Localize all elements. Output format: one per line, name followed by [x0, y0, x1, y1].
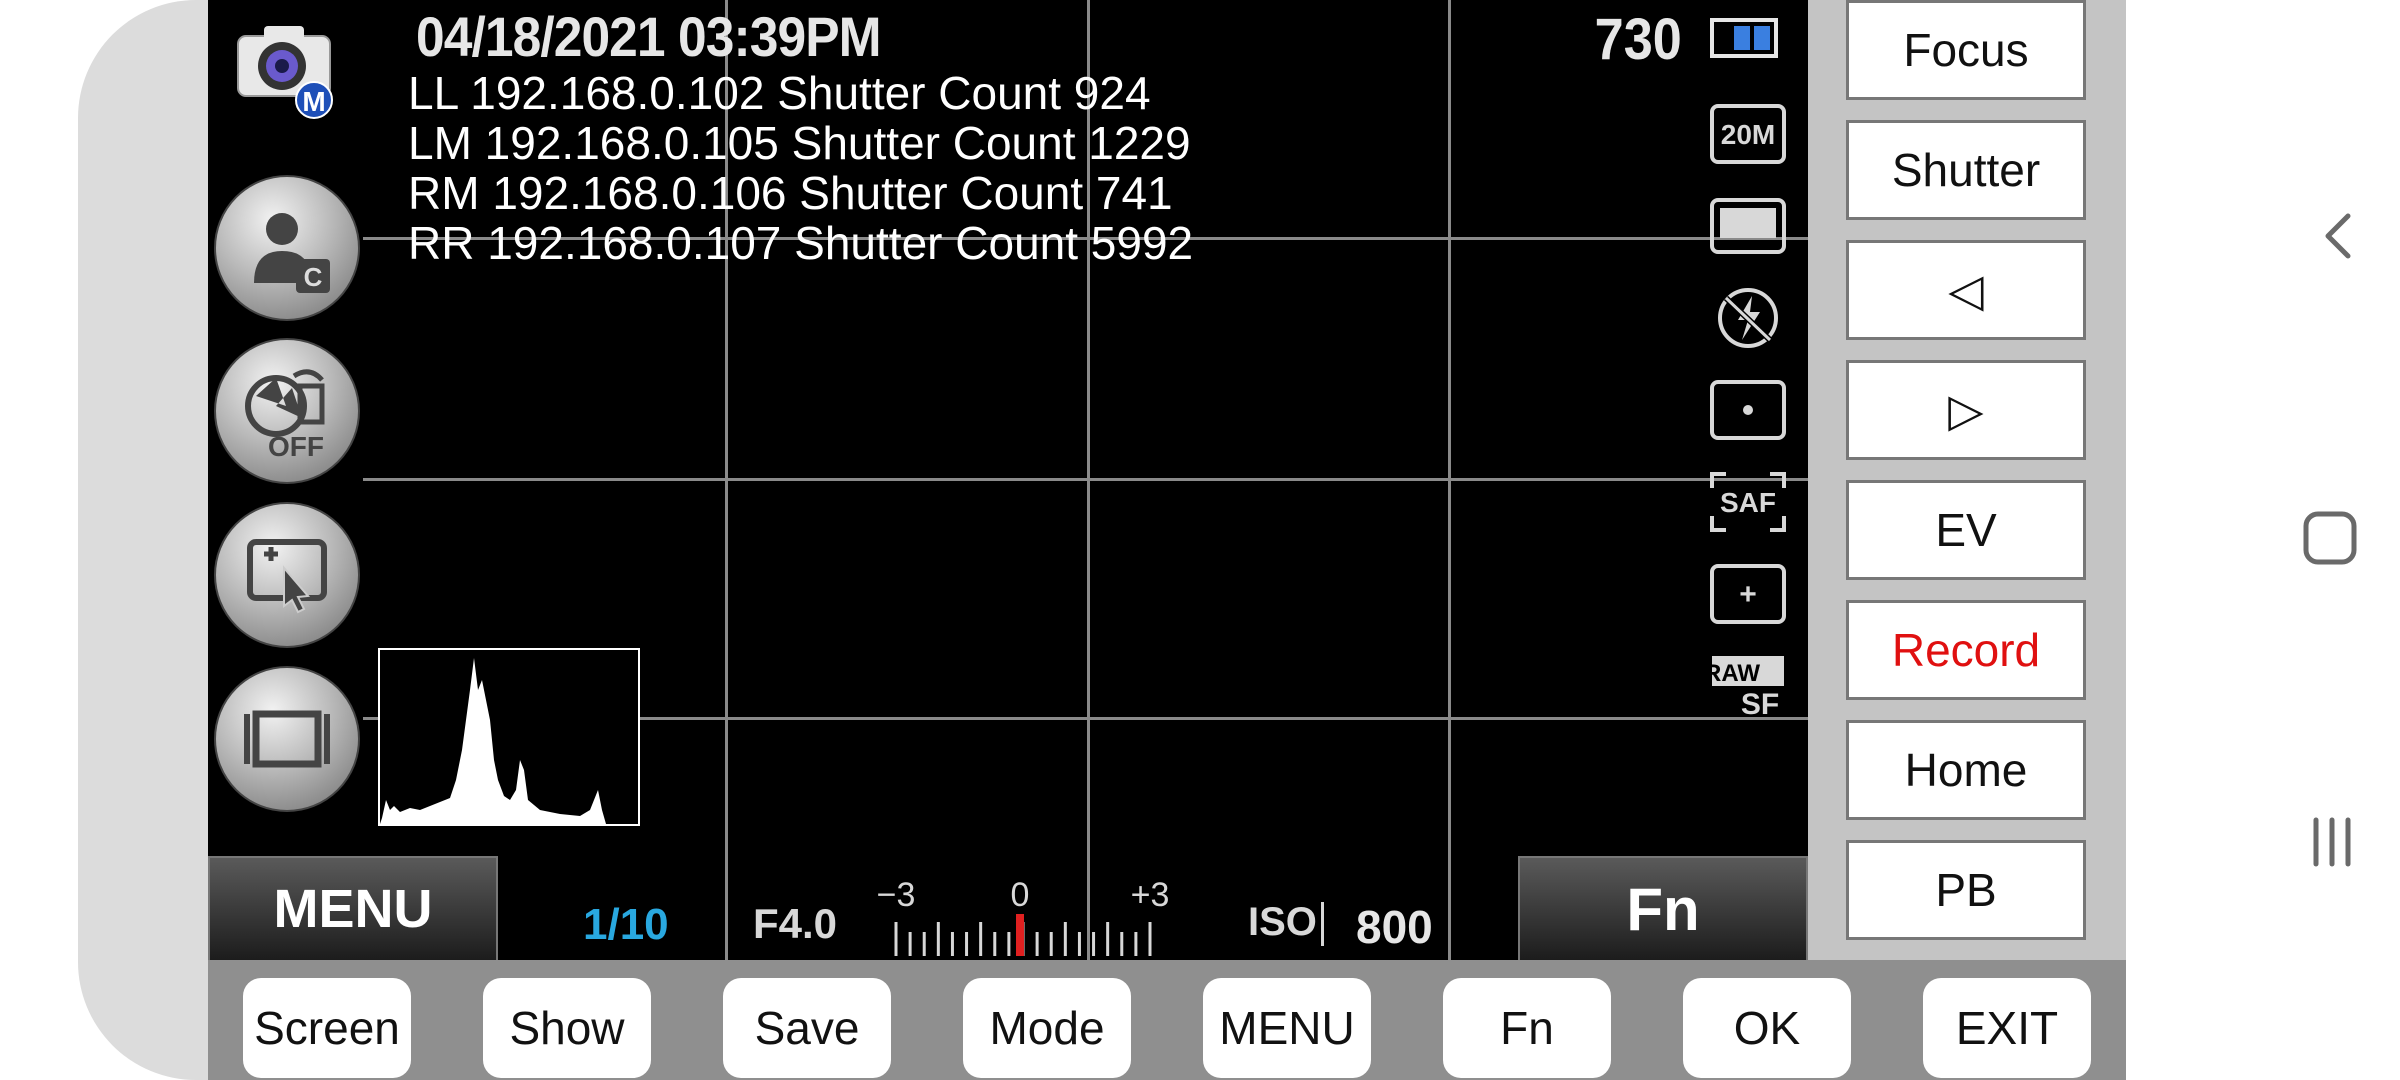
- touch-screen-icon: [247, 539, 327, 614]
- ok-button[interactable]: OK: [1683, 978, 1851, 1078]
- image-size-label: 20M: [1721, 119, 1775, 150]
- home-button[interactable]: Home: [1846, 720, 2086, 820]
- device-edge: [78, 0, 208, 1080]
- iso-label: ISO: [1248, 900, 1317, 944]
- drive-mode-button[interactable]: OFF: [214, 338, 360, 484]
- ev-indicator: [1016, 914, 1024, 956]
- ev-min-label: −3: [877, 876, 916, 914]
- mode-button[interactable]: Mode: [963, 978, 1131, 1078]
- mode-badge: M: [302, 86, 325, 117]
- camera-info-rm: RM 192.168.0.106 Shutter Count 741: [408, 167, 1173, 219]
- live-view-screen[interactable]: M C OFF 04/18/2021 03:39PM LL 192.168.0.…: [208, 0, 1808, 960]
- datetime: 04/18/2021 03:39PM: [416, 5, 882, 68]
- focus-button[interactable]: Focus: [1846, 0, 2086, 100]
- next-button[interactable]: ▷: [1846, 360, 2086, 460]
- frame-icon: [244, 710, 330, 768]
- camera-info-rr: RR 192.168.0.107 Shutter Count 5992: [408, 217, 1194, 269]
- camera-menu-button[interactable]: MENU: [208, 856, 498, 960]
- record-button[interactable]: Record: [1846, 600, 2086, 700]
- home-nav-icon[interactable]: [2300, 508, 2360, 568]
- raw-quality-icon: RAW SF: [1708, 656, 1784, 718]
- quality-label: SF: [1741, 688, 1779, 718]
- off-badge: OFF: [268, 431, 324, 462]
- ev-max-label: +3: [1131, 876, 1168, 914]
- previous-button[interactable]: ◁: [1846, 240, 2086, 340]
- fn-button[interactable]: Fn: [1443, 978, 1611, 1078]
- back-icon[interactable]: [2314, 210, 2366, 262]
- custom-badge: C: [304, 262, 323, 292]
- camera-fn-button[interactable]: Fn: [1518, 856, 1808, 960]
- ev-zero-label: 0: [1011, 876, 1030, 914]
- device-bezel: [0, 0, 78, 1080]
- iso-value[interactable]: 800: [1356, 900, 1433, 954]
- shutter-button[interactable]: Shutter: [1846, 120, 2086, 220]
- af-mode-label: SAF: [1720, 487, 1776, 518]
- screen-button[interactable]: Screen: [243, 978, 411, 1078]
- camera-info-lm: LM 192.168.0.105 Shutter Count 1229: [408, 117, 1191, 169]
- raw-label: RAW: [1708, 660, 1760, 687]
- grid-line: [363, 478, 1808, 481]
- control-panel: Focus Shutter ◁ ▷ EV Record Home PB: [1808, 0, 2126, 960]
- metering-spot-icon: [1710, 380, 1786, 440]
- af-mode-icon: SAF: [1710, 472, 1786, 532]
- save-button[interactable]: Save: [723, 978, 891, 1078]
- ev-button[interactable]: EV: [1846, 480, 2086, 580]
- battery-icon: [1710, 18, 1778, 58]
- image-size-icon: 20M: [1710, 104, 1786, 164]
- flash-off-icon: [1718, 288, 1778, 348]
- camera-info-ll: LL 192.168.0.102 Shutter Count 924: [408, 67, 1151, 119]
- bottom-toolbar: Screen Show Save Mode MENU Fn OK EXIT: [208, 960, 2126, 1080]
- exit-button[interactable]: EXIT: [1923, 978, 2091, 1078]
- display-mode-button[interactable]: [214, 666, 360, 812]
- shots-remaining: 730: [1594, 7, 1682, 72]
- playback-button[interactable]: PB: [1846, 840, 2086, 940]
- af-point-icon: +: [1710, 564, 1786, 624]
- histogram: [378, 648, 640, 826]
- shutter-speed[interactable]: 1/10: [583, 900, 669, 950]
- af-point-label: +: [1739, 578, 1757, 611]
- system-navigation-bar: [2126, 0, 2400, 1080]
- aspect-ratio-icon: [1710, 198, 1786, 254]
- custom-mode-button[interactable]: C: [214, 175, 360, 321]
- iso-separator: [1321, 902, 1324, 946]
- self-timer-off-icon: OFF: [245, 369, 325, 462]
- aperture[interactable]: F4.0: [753, 900, 837, 948]
- person-icon: C: [254, 213, 330, 293]
- menu-button[interactable]: MENU: [1203, 978, 1371, 1078]
- camera-mode-icon[interactable]: M: [234, 16, 338, 120]
- exposure-scale[interactable]: −3 0 +3: [868, 870, 1168, 960]
- recent-apps-icon[interactable]: [2304, 814, 2360, 870]
- touch-af-button[interactable]: [214, 502, 360, 648]
- show-button[interactable]: Show: [483, 978, 651, 1078]
